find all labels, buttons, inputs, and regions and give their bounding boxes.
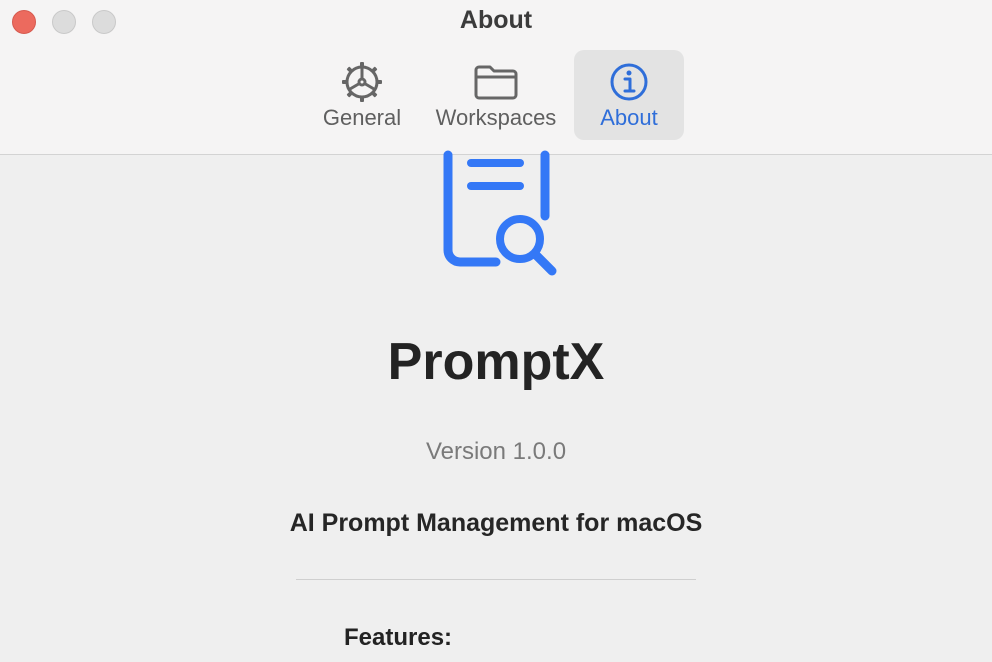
about-window: About General Workspaces About PromptX V…: [0, 0, 992, 662]
app-name: PromptX: [387, 333, 605, 391]
app-version: Version 1.0.0: [425, 438, 567, 465]
tab-workspaces-label: Workspaces: [435, 105, 557, 130]
info-icon: [610, 63, 648, 101]
tab-workspaces[interactable]: Workspaces: [426, 50, 566, 140]
window-title: About: [459, 6, 533, 34]
title-toolbar: About General Workspaces About: [0, 0, 992, 155]
features-heading: Features:: [344, 624, 453, 651]
document-search-icon: [443, 150, 557, 276]
tab-general-label: General: [322, 105, 402, 130]
folder-icon: [474, 65, 518, 100]
tab-general[interactable]: General: [312, 50, 412, 140]
tab-about[interactable]: About: [574, 50, 684, 140]
gear-icon: [342, 62, 382, 102]
tab-about-label: About: [600, 105, 658, 130]
divider: [296, 579, 696, 580]
app-tagline: AI Prompt Management for macOS: [289, 509, 703, 537]
